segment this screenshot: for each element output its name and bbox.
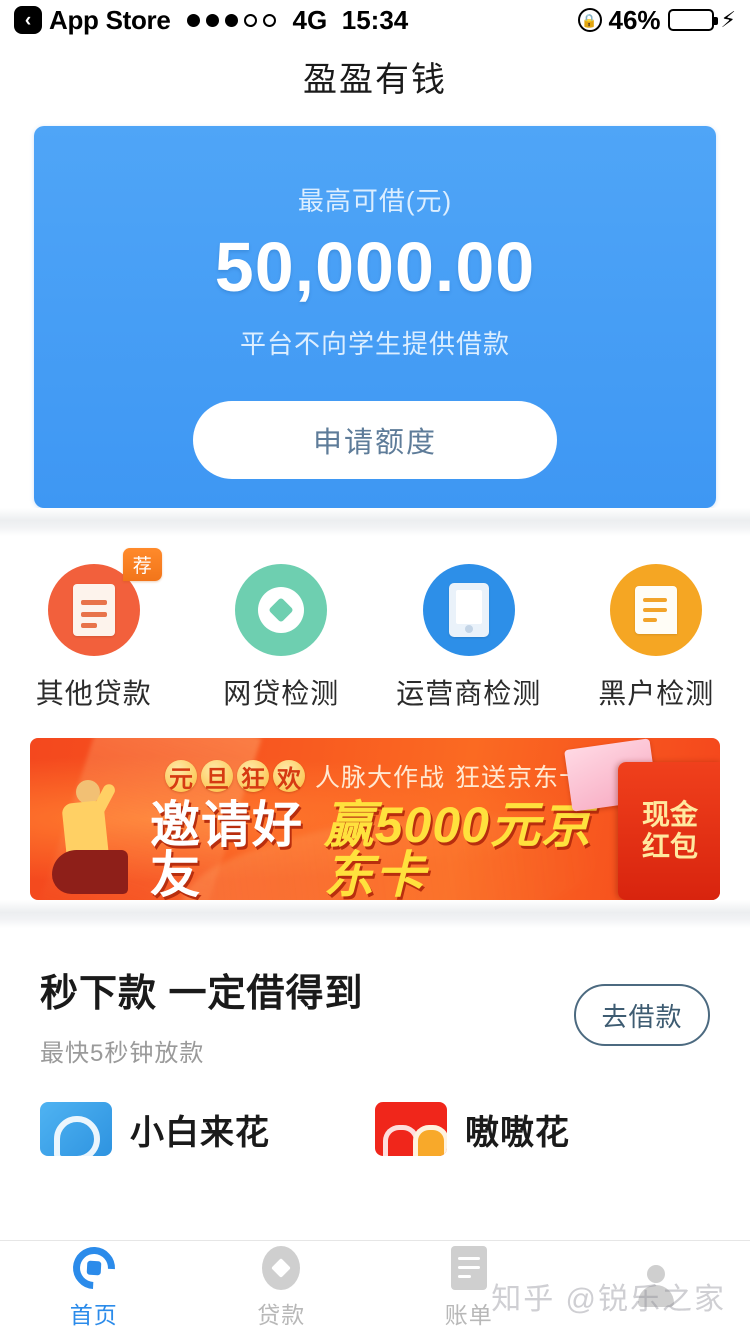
loan-promo-row: 秒下款 一定借得到 最快5秒钟放款 去借款 [0,928,750,1098]
quick-menu-item-other-loans[interactable]: 荐 其他贷款 [0,548,188,712]
credit-limit-label: 最高可借(元) [297,186,453,216]
recommend-badge: 荐 [122,548,162,581]
signal-strength-dots [186,13,276,27]
app-header: 盈盈有钱 [0,40,750,112]
red-envelope-line-1: 现金 [641,798,698,830]
target-ring-icon [235,564,328,656]
product-item-xiaobailaihua[interactable]: 小白来花 [40,1102,375,1156]
quick-menu-label: 运营商检测 [396,678,542,709]
go-borrow-button[interactable]: 去借款 [574,984,710,1046]
back-to-app-store-icon[interactable]: ‹ [14,6,42,34]
student-disclaimer: 平台不向学生提供借款 [239,329,510,359]
promo-banner-section: 元旦狂欢 人脉大作战 狂送京东卡 邀请好友 赢5000元京东卡 现金 红包 [0,730,750,900]
credit-limit-card: 最高可借(元) 50,000.00 平台不向学生提供借款 申请额度 [34,126,716,508]
product-name: 小白来花 [130,1113,270,1152]
tab-label: 首页 [69,1301,118,1328]
section-divider-2 [0,900,750,928]
user-icon [634,1263,678,1307]
banner-highlight-char: 狂 [236,760,269,793]
banner-main-line: 邀请好友 赢5000元京东卡 [150,800,610,900]
rotation-lock-icon: 🔒 [577,8,602,32]
banner-main-text-2: 赢5000元京东卡 [323,797,592,900]
battery-percent-label: 46% [608,4,661,35]
banner-highlight-chars: 元旦狂欢 [164,760,305,793]
loan-promo-title: 秒下款 一定借得到 [40,973,364,1015]
credit-card-section: 最高可借(元) 50,000.00 平台不向学生提供借款 申请额度 [0,112,750,508]
status-bar: ‹ App Store 4G 15:34 🔒 46% ⚡ [0,0,750,40]
banner-main-text-1: 邀请好友 [150,797,303,900]
tab-profile[interactable] [563,1263,750,1313]
tab-bill[interactable]: 账单 [375,1245,563,1330]
phone-icon [422,564,515,656]
quick-menu-item-carrier-check[interactable]: 运营商检测 [375,564,563,712]
red-envelope-badge: 现金 红包 [618,762,720,900]
network-type-label: 4G [292,4,328,35]
charging-bolt-icon: ⚡ [720,7,736,32]
quick-menu-label: 网贷检测 [223,678,340,709]
credit-limit-amount: 50,000.00 [214,228,536,306]
loan-promo-texts: 秒下款 一定借得到 最快5秒钟放款 [40,962,574,1068]
tab-home[interactable]: 首页 [0,1237,188,1330]
red-envelope-line-2: 红包 [641,831,698,862]
tab-label: 贷款 [257,1301,306,1328]
section-divider [0,508,750,536]
banner-highlight-char: 元 [164,760,197,793]
bottom-tab-bar: 首页 贷款 账单 [0,1237,750,1334]
quick-menu-label: 黑户检测 [598,678,715,709]
back-to-app-store-label[interactable]: App Store [49,5,171,36]
loan-icon [262,1245,301,1290]
document-icon: 荐 [47,548,162,656]
quick-menu-item-online-loan-check[interactable]: 网贷检测 [188,564,376,712]
tab-loan[interactable]: 贷款 [188,1245,376,1330]
wave-app-icon [40,1102,112,1156]
banner-top-text-1: 人脉大作战 [314,764,445,792]
banner-highlight-char: 旦 [200,760,233,793]
bill-icon [450,1245,487,1290]
product-name: 嗷嗷花 [465,1113,570,1152]
quick-menu-label: 其他贷款 [35,678,152,709]
banner-highlight-char: 欢 [272,760,305,793]
faces-app-icon [375,1102,447,1156]
tab-label: 账单 [444,1301,493,1328]
battery-icon [667,9,718,31]
invite-friends-banner[interactable]: 元旦狂欢 人脉大作战 狂送京东卡 邀请好友 赢5000元京东卡 现金 红包 [30,738,720,900]
apply-credit-button[interactable]: 申请额度 [193,401,557,479]
product-list: 小白来花 嗷嗷花 [0,1098,750,1156]
page-title: 盈盈有钱 [303,60,447,99]
note-icon [610,564,703,656]
quick-menu: 荐 其他贷款 网贷检测 运营商检测 黑户检测 [0,536,750,730]
home-icon [64,1237,124,1298]
product-item-aoaohua[interactable]: 嗷嗷花 [375,1102,710,1156]
loan-promo-subtitle: 最快5秒钟放款 [40,1040,205,1067]
quick-menu-item-blacklist-check[interactable]: 黑户检测 [563,564,750,712]
status-bar-right-cluster: 🔒 46% ⚡ [577,4,736,36]
